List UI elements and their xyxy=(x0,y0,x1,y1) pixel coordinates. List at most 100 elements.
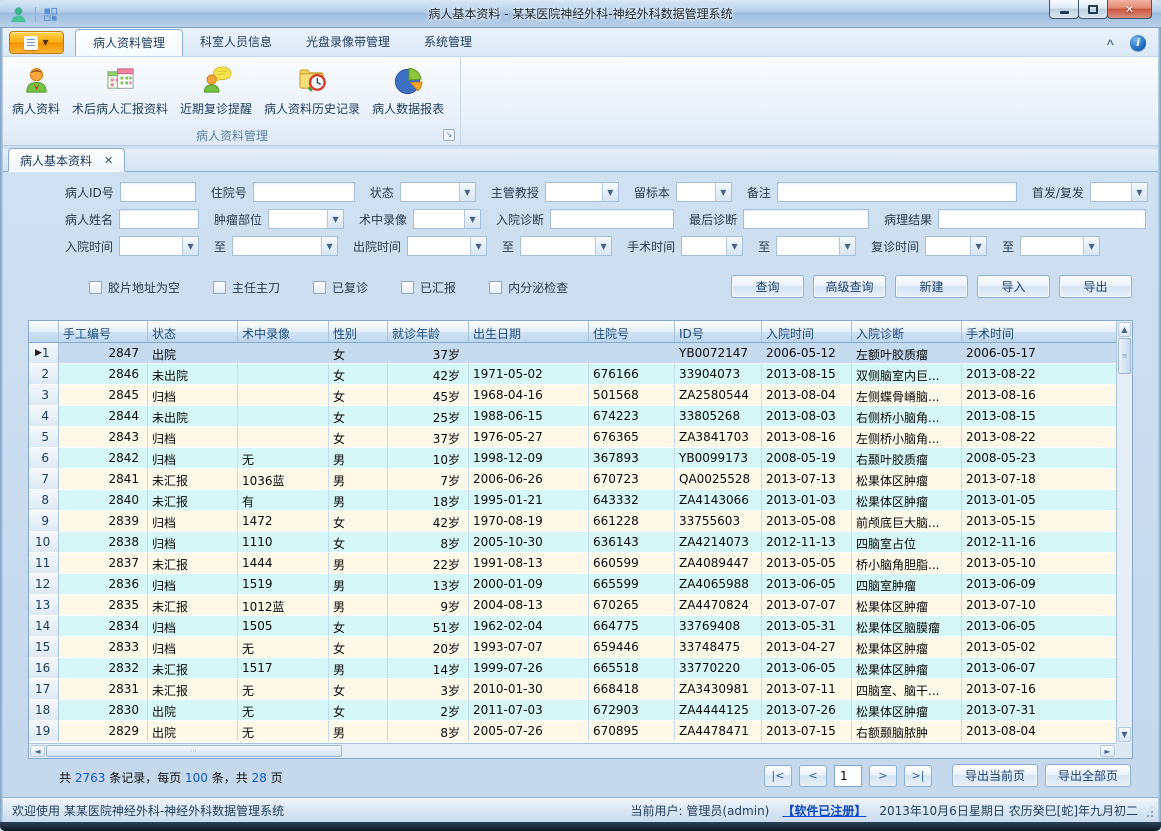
application-menu-button[interactable]: ▼ xyxy=(9,31,64,54)
table-row[interactable]: 132835未汇报1012蓝男9岁2004-08-13670265ZA44708… xyxy=(29,595,1116,616)
table-row[interactable]: 152833归档无女20岁1993-07-0765944633748475201… xyxy=(29,637,1116,658)
filter-input[interactable] xyxy=(550,209,674,229)
column-header-11[interactable]: 手术时间 xyxy=(962,321,1118,342)
table-row[interactable]: 102838归档1110女8岁2005-10-30636143ZA4214073… xyxy=(29,532,1116,553)
filter-combo[interactable]: ▼ xyxy=(1020,236,1100,256)
action-button-3[interactable]: 导入 xyxy=(977,275,1050,298)
chevron-down-icon[interactable]: ▼ xyxy=(602,183,618,201)
chevron-down-icon[interactable]: ▼ xyxy=(726,237,742,255)
checkbox-box[interactable] xyxy=(313,281,326,294)
page-number-input[interactable] xyxy=(834,765,862,787)
table-row[interactable]: 182830出院无女2岁2011-07-03672903ZA4444125201… xyxy=(29,700,1116,721)
chevron-down-icon[interactable]: ▼ xyxy=(715,183,731,201)
software-registered-link[interactable]: 【软件已注册】 xyxy=(782,802,866,819)
checkbox-box[interactable] xyxy=(213,281,226,294)
chevron-down-icon[interactable]: ▼ xyxy=(1083,237,1099,255)
column-header-7[interactable]: 住院号 xyxy=(589,321,675,342)
ribbon-button-pie-chart[interactable]: 病人数据报表 xyxy=(367,61,449,119)
close-tab-icon[interactable]: ✕ xyxy=(104,154,113,167)
filter-combo[interactable]: ▼ xyxy=(268,209,344,229)
action-button-0[interactable]: 查询 xyxy=(731,275,804,298)
action-button-1[interactable]: 高级查询 xyxy=(813,275,886,298)
checkbox-0[interactable]: 胶片地址为空 xyxy=(89,279,180,296)
ribbon-tab-0[interactable]: 病人资料管理 xyxy=(75,29,183,56)
column-header-9[interactable]: 入院时间 xyxy=(762,321,852,342)
ribbon-button-calendar-report[interactable]: 术后病人汇报资料 xyxy=(67,61,173,119)
column-header-2[interactable]: 状态 xyxy=(148,321,238,342)
chevron-down-icon[interactable]: ▼ xyxy=(464,210,480,228)
collapse-ribbon-icon[interactable]: ∧ xyxy=(1105,38,1116,48)
table-row[interactable]: 112837未汇报1444男22岁1991-08-13660599ZA40894… xyxy=(29,553,1116,574)
table-row[interactable]: 192829出院无男8岁2005-07-26670895ZA4478471201… xyxy=(29,721,1116,742)
filter-combo[interactable]: ▼ xyxy=(925,236,987,256)
maximize-button[interactable] xyxy=(1078,0,1108,19)
minimize-button[interactable] xyxy=(1049,0,1079,19)
document-tab[interactable]: 病人基本资料 ✕ xyxy=(8,148,125,172)
filter-combo[interactable]: ▼ xyxy=(119,236,199,256)
chevron-down-icon[interactable]: ▼ xyxy=(970,237,986,255)
close-button[interactable]: ✕ xyxy=(1107,0,1152,19)
filter-combo[interactable]: ▼ xyxy=(400,182,476,202)
table-row[interactable]: 62842归档无男10岁1998-12-09367893YB0099173200… xyxy=(29,448,1116,469)
filter-input[interactable] xyxy=(119,209,199,229)
filter-combo[interactable]: ▼ xyxy=(407,236,487,256)
column-header-5[interactable]: 就诊年龄 xyxy=(388,321,469,342)
scroll-up-icon[interactable]: ▲ xyxy=(1118,322,1131,337)
filter-combo[interactable]: ▼ xyxy=(413,209,481,229)
ribbon-button-folder-history[interactable]: 病人资料历史记录 xyxy=(259,61,365,119)
table-row[interactable]: 142834归档1505女51岁1962-02-0466477533769408… xyxy=(29,616,1116,637)
filter-input[interactable] xyxy=(120,182,196,202)
vertical-scrollbar[interactable]: ▲ ≡ ▼ xyxy=(1116,321,1132,743)
checkbox-box[interactable] xyxy=(401,281,414,294)
action-button-4[interactable]: 导出 xyxy=(1059,275,1132,298)
table-row[interactable]: 162832未汇报1517男14岁1999-07-266655183377022… xyxy=(29,658,1116,679)
checkbox-box[interactable] xyxy=(89,281,102,294)
chevron-down-icon[interactable]: ▼ xyxy=(839,237,855,255)
filter-combo[interactable]: ▼ xyxy=(520,236,612,256)
checkbox-3[interactable]: 已汇报 xyxy=(401,279,456,296)
checkbox-box[interactable] xyxy=(489,281,502,294)
chevron-down-icon[interactable]: ▼ xyxy=(595,237,611,255)
filter-combo[interactable]: ▼ xyxy=(681,236,743,256)
column-header-4[interactable]: 性别 xyxy=(329,321,388,342)
filter-combo[interactable]: ▼ xyxy=(232,236,338,256)
ribbon-tab-1[interactable]: 科室人员信息 xyxy=(183,28,289,56)
column-header-8[interactable]: ID号 xyxy=(675,321,762,342)
chevron-down-icon[interactable]: ▼ xyxy=(459,183,475,201)
column-header-1[interactable]: 手工编号 xyxy=(59,321,148,342)
filter-input[interactable] xyxy=(743,209,869,229)
filter-input[interactable] xyxy=(253,182,355,202)
filter-combo[interactable]: ▼ xyxy=(1090,182,1148,202)
table-row[interactable]: 42844未出院女25岁1988-06-15674223338052682013… xyxy=(29,406,1116,427)
filter-input[interactable] xyxy=(777,182,1017,202)
pager-next-button[interactable]: > xyxy=(869,765,897,787)
pager-last-button[interactable]: >| xyxy=(904,765,932,787)
table-row[interactable]: 172831未汇报无女3岁2010-01-30668418ZA343098120… xyxy=(29,679,1116,700)
action-button-2[interactable]: 新建 xyxy=(895,275,968,298)
info-icon[interactable]: i xyxy=(1130,35,1146,51)
column-header-10[interactable]: 入院诊断 xyxy=(852,321,962,342)
ribbon-tab-2[interactable]: 光盘录像带管理 xyxy=(289,28,407,56)
dialog-launcher-icon[interactable]: ↘ xyxy=(443,129,455,141)
table-row[interactable]: 92839归档1472女42岁1970-08-19661228337556032… xyxy=(29,511,1116,532)
chevron-down-icon[interactable]: ▼ xyxy=(470,237,486,255)
table-row[interactable]: 52843归档女37岁1976-05-27676365ZA38417032013… xyxy=(29,427,1116,448)
chevron-down-icon[interactable]: ▼ xyxy=(327,210,343,228)
column-header-3[interactable]: 术中录像 xyxy=(238,321,329,342)
checkbox-4[interactable]: 内分泌检查 xyxy=(489,279,568,296)
column-header-0[interactable] xyxy=(29,321,59,342)
chevron-down-icon[interactable]: ▼ xyxy=(321,237,337,255)
ribbon-tab-3[interactable]: 系统管理 xyxy=(407,28,489,56)
column-header-6[interactable]: 出生日期 xyxy=(469,321,589,342)
horizontal-scrollbar[interactable]: ◄ ⋯ ► xyxy=(29,743,1116,758)
chevron-down-icon[interactable]: ▼ xyxy=(182,237,198,255)
chevron-down-icon[interactable]: ▼ xyxy=(1131,183,1147,201)
filter-combo[interactable]: ▼ xyxy=(776,236,856,256)
filter-input[interactable] xyxy=(938,209,1146,229)
scroll-down-icon[interactable]: ▼ xyxy=(1118,727,1131,742)
pager-prev-button[interactable]: < xyxy=(799,765,827,787)
table-row[interactable]: 72841未汇报1036蓝男7岁2006-06-26670723QA002552… xyxy=(29,469,1116,490)
table-row[interactable]: 22846未出院女42岁1971-05-02676166339040732013… xyxy=(29,364,1116,385)
ribbon-button-patient-person[interactable]: 病人资料 xyxy=(7,61,65,119)
table-row[interactable]: 32845归档女45岁1968-04-16501568ZA25805442013… xyxy=(29,385,1116,406)
